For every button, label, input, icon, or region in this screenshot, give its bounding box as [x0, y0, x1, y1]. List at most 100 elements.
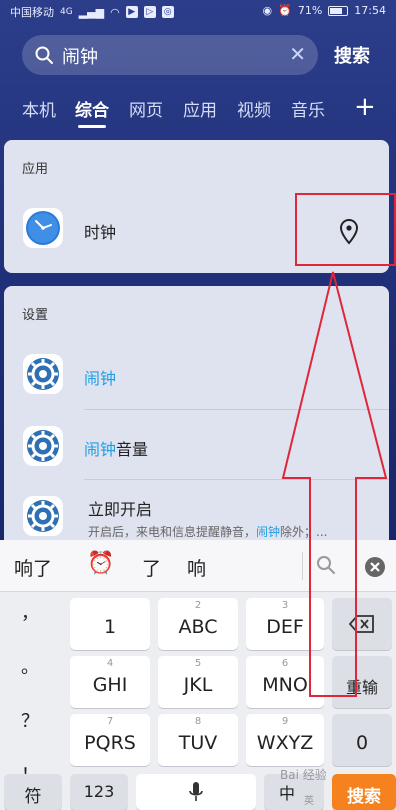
tab-apps[interactable]: 应用 [183, 96, 217, 121]
active-tab-indicator [78, 125, 106, 128]
clear-icon[interactable]: ✕ [289, 44, 306, 64]
tab-all[interactable]: 综合 [75, 96, 109, 121]
status-bar: 中国移动 4G ▂▄▆ ◠ ▶ ▷ ◎ ◉ ⏰ 71% 17:54 [0, 0, 396, 22]
keyboard: 响了 ⏰ 了 响 ， 。 ？ ！ 1 2ABC 3DEF 4GHI 5JKL 6… [0, 540, 396, 810]
key-label: GHI [92, 674, 128, 696]
key-label: ABC [178, 616, 218, 638]
tab-web[interactable]: 网页 [129, 96, 163, 121]
candidate-bar: 响了 ⏰ 了 响 [0, 540, 396, 592]
key-sub-label: 英 [304, 796, 314, 807]
highlight-text: 闹钟 [84, 369, 117, 388]
clock-app-label[interactable]: 时钟 [84, 219, 116, 243]
signal-icon: ▂▄▆ [78, 5, 105, 19]
key-label: 0 [355, 732, 369, 754]
settings-card: 设置 闹钟 闹钟音量 立即开启 开启后，来电和信息提醒静音，闹钟除外；... [4, 286, 389, 551]
alarm-status-icon: ⏰ [278, 4, 292, 17]
key-number: 9 [281, 716, 289, 727]
network-type: 4G [60, 7, 73, 17]
key-number: 4 [106, 658, 114, 669]
backspace-icon [349, 615, 374, 633]
candidate-word[interactable]: 响 [187, 554, 206, 581]
search-icon[interactable] [316, 555, 336, 575]
close-keyboard-icon[interactable] [364, 556, 386, 578]
location-pin-icon[interactable] [339, 219, 359, 245]
space-mic-key[interactable] [136, 774, 256, 810]
key-number: 7 [106, 716, 114, 727]
key-number: 8 [194, 716, 202, 727]
key-9-wxyz[interactable]: 9 WXYZ [246, 714, 324, 766]
key-2-abc[interactable]: 2 ABC [158, 598, 238, 650]
search-box[interactable]: 闹钟 ✕ [22, 35, 318, 75]
key-label: 123 [83, 782, 115, 801]
settings-item-label: 立即开启 [88, 496, 152, 520]
carrier-label: 中国移动 [10, 6, 54, 19]
key-number: 6 [281, 658, 289, 669]
settings-gear-icon [23, 496, 63, 536]
key-label: 符 [24, 787, 42, 807]
eye-icon: ◉ [262, 4, 273, 17]
backspace-key[interactable] [332, 598, 392, 650]
key-7-pqrs[interactable]: 7 PQRS [70, 714, 150, 766]
key-number: 5 [194, 658, 202, 669]
category-tabs: 本机 综合 网页 应用 视频 音乐 + [0, 92, 396, 132]
search-query[interactable]: 闹钟 [62, 43, 98, 69]
highlight-text: 闹钟 [84, 440, 117, 459]
key-label: WXYZ [256, 732, 314, 754]
key-6-mno[interactable]: 6 MNO [246, 656, 324, 708]
notification-app-icon-2: ▷ [143, 6, 156, 18]
key-label: MNO [262, 674, 308, 696]
search-icon [35, 46, 53, 64]
candidate-alarm-emoji[interactable]: ⏰ [87, 551, 114, 576]
wifi-icon: ◠ [110, 5, 120, 19]
candidate-word[interactable]: 了 [142, 554, 161, 581]
key-label: 搜索 [347, 787, 381, 807]
punctuation-key[interactable]: ， [0, 594, 60, 634]
divider [84, 409, 389, 410]
key-3-def[interactable]: 3 DEF [246, 598, 324, 650]
apps-card: 应用 时钟 [4, 140, 389, 273]
clock-app-icon[interactable] [23, 208, 63, 248]
key-number: 3 [281, 600, 289, 611]
watermark: Bai 经验 [280, 768, 327, 782]
description-suffix: 除外；... [280, 525, 328, 539]
settings-item-label: 闹钟 [84, 365, 116, 389]
key-1[interactable]: 1 [70, 598, 150, 650]
battery-icon [328, 5, 349, 16]
tab-music[interactable]: 音乐 [291, 96, 325, 121]
section-title-apps: 应用 [22, 162, 49, 177]
key-label: TUV [178, 732, 218, 754]
punctuation-key[interactable]: ？ [0, 702, 60, 742]
description-highlight: 闹钟 [256, 525, 281, 539]
notification-app-icon-3: ◎ [161, 6, 174, 18]
tab-video[interactable]: 视频 [237, 96, 271, 121]
label-text: 立即开启 [88, 500, 153, 519]
key-label: 1 [103, 616, 117, 638]
candidate-word[interactable]: 响了 [14, 554, 52, 581]
settings-item-description: 开启后，来电和信息提醒静音，闹钟除外；... [88, 523, 327, 540]
settings-gear-icon [23, 426, 63, 466]
battery-percent: 71% [297, 4, 323, 17]
microphone-icon [189, 782, 203, 801]
search-submit-key[interactable]: 搜索 [332, 774, 396, 810]
section-title-settings: 设置 [22, 308, 49, 323]
divider [84, 479, 389, 480]
number-mode-key[interactable]: 123 [70, 774, 128, 810]
key-4-ghi[interactable]: 4 GHI [70, 656, 150, 708]
label-text: 音量 [116, 440, 149, 459]
clock-time: 17:54 [354, 4, 386, 17]
description-text: 开启后，来电和信息提醒静音， [88, 525, 257, 539]
punctuation-key[interactable]: 。 [0, 648, 60, 688]
key-number: 2 [194, 600, 202, 611]
key-label: PQRS [84, 732, 136, 754]
settings-item-label: 闹钟音量 [84, 436, 148, 460]
key-5-jkl[interactable]: 5 JKL [158, 656, 238, 708]
key-0[interactable]: 0 [332, 714, 392, 766]
search-button[interactable]: 搜索 [334, 42, 370, 68]
key-8-tuv[interactable]: 8 TUV [158, 714, 238, 766]
notification-app-icon: ▶ [125, 6, 138, 18]
tab-local[interactable]: 本机 [22, 96, 56, 121]
key-label: 重输 [345, 678, 378, 697]
reenter-key[interactable]: 重输 [332, 656, 392, 708]
symbol-key[interactable]: 符 [4, 774, 62, 810]
add-tab-icon[interactable]: + [354, 92, 376, 122]
